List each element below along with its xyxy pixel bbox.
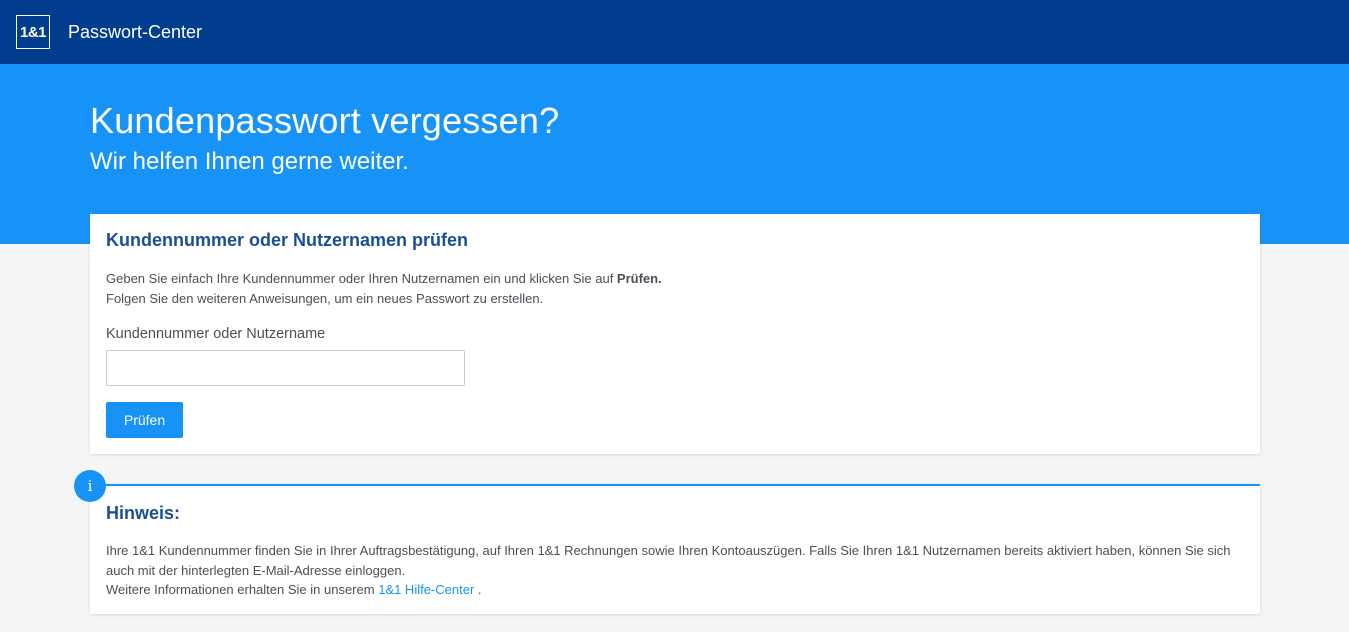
instructions-bold: Prüfen. (616, 271, 662, 286)
page-subtitle: Wir helfen Ihnen gerne weiter. (90, 148, 409, 175)
app-title: Passwort-Center (68, 21, 203, 42)
instructions-text: Geben Sie einfach Ihre Kundennummer oder… (106, 271, 617, 286)
card-title: Kundennummer oder Nutzernamen prüfen (106, 230, 469, 250)
hint-line-2-suffix: . (474, 582, 482, 597)
instructions-line-2: Folgen Sie den weiteren Anweisungen, um … (106, 291, 544, 306)
hint-line-1: Ihre 1&1 Kundennummer finden Sie in Ihre… (106, 543, 1231, 578)
hint-card: Hinweis: Ihre 1&1 Kundennummer finden Si… (90, 484, 1260, 614)
customer-number-label: Kundennummer oder Nutzername (106, 326, 326, 342)
help-center-link[interactable]: 1&1 Hilfe-Center (378, 582, 474, 597)
hint-title: Hinweis: (106, 503, 181, 523)
info-icon: i (74, 470, 106, 502)
card-instructions: Geben Sie einfach Ihre Kundennummer oder… (106, 269, 662, 309)
hint-line-2: Weitere Informationen erhalten Sie in un… (106, 580, 1246, 600)
hint-line-2-prefix: Weitere Informationen erhalten Sie in un… (106, 582, 379, 597)
instructions-line-1: Geben Sie einfach Ihre Kundennummer oder… (106, 269, 662, 289)
customer-number-input[interactable] (106, 350, 465, 386)
customer-number-card: Kundennummer oder Nutzernamen prüfen Geb… (90, 214, 1260, 454)
check-button[interactable]: Prüfen (106, 402, 183, 438)
hint-text: Ihre 1&1 Kundennummer finden Sie in Ihre… (106, 541, 1246, 600)
brand-logo[interactable]: 1&1 (16, 15, 50, 49)
page-title: Kundenpasswort vergessen? (90, 100, 560, 141)
top-bar: 1&1 Passwort-Center (0, 0, 1349, 64)
